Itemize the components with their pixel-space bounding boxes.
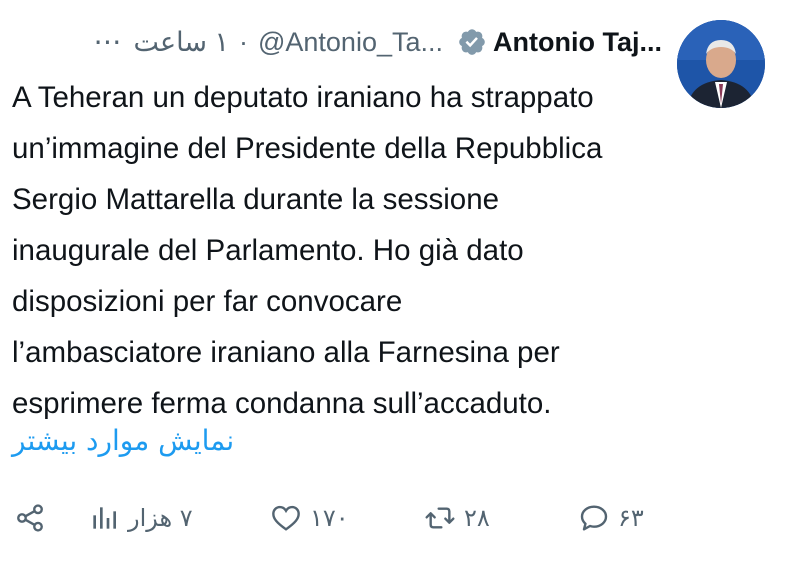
tweet-header: ⋯ ۱ ساعت · @Antonio_Ta... Antonio Taj... [10,24,662,60]
views-button[interactable]: ۷ هزار [88,502,193,534]
tweet-text-line: Sergio Mattarella durante la sessione [12,183,500,216]
likes-count: ۱۷۰ [310,504,349,532]
views-chart-icon [93,507,116,529]
avatar[interactable] [677,20,765,108]
retweet-icon [425,507,455,529]
author-handle[interactable]: @Antonio_Ta... [258,27,443,58]
tweet-text-line: inaugurale del Parlamento. Ho già dato [12,234,524,267]
more-options-icon[interactable]: ⋯ [93,28,123,56]
author-display-name[interactable]: Antonio Taj... [493,27,662,58]
tweet-text-line: esprimere ferma condanna sull’accaduto. [12,387,552,420]
tweet-text-line: A Teheran un deputato iraniano ha strapp… [12,81,594,114]
heart-icon [272,505,300,531]
action-bar: ۷ هزار ۱۷۰ ۲۸ ۶۳ [0,496,800,546]
timestamp[interactable]: ۱ ساعت [133,27,229,58]
reply-icon [580,505,608,531]
verified-badge-icon [459,29,485,55]
views-count: ۷ هزار [128,504,193,532]
retweet-button[interactable]: ۲۸ [424,502,490,534]
tweet-text: A Teheran un deputato iraniano ha strapp… [12,72,652,429]
tweet-text-line: l’ambasciatore iraniano alla Farnesina p… [12,336,560,369]
replies-count: ۶۳ [618,504,644,532]
tweet-text-line: disposizioni per far convocare [12,285,403,318]
share-button[interactable] [14,502,46,534]
show-more-link[interactable]: نمایش موارد بیشتر [12,424,234,457]
like-button[interactable]: ۱۷۰ [270,502,349,534]
reply-button[interactable]: ۶۳ [578,502,644,534]
separator: · [238,26,248,57]
retweets-count: ۲۸ [464,504,490,532]
share-icon [17,504,43,532]
tweet-text-line: un’immagine del Presidente della Repubbl… [12,132,603,165]
